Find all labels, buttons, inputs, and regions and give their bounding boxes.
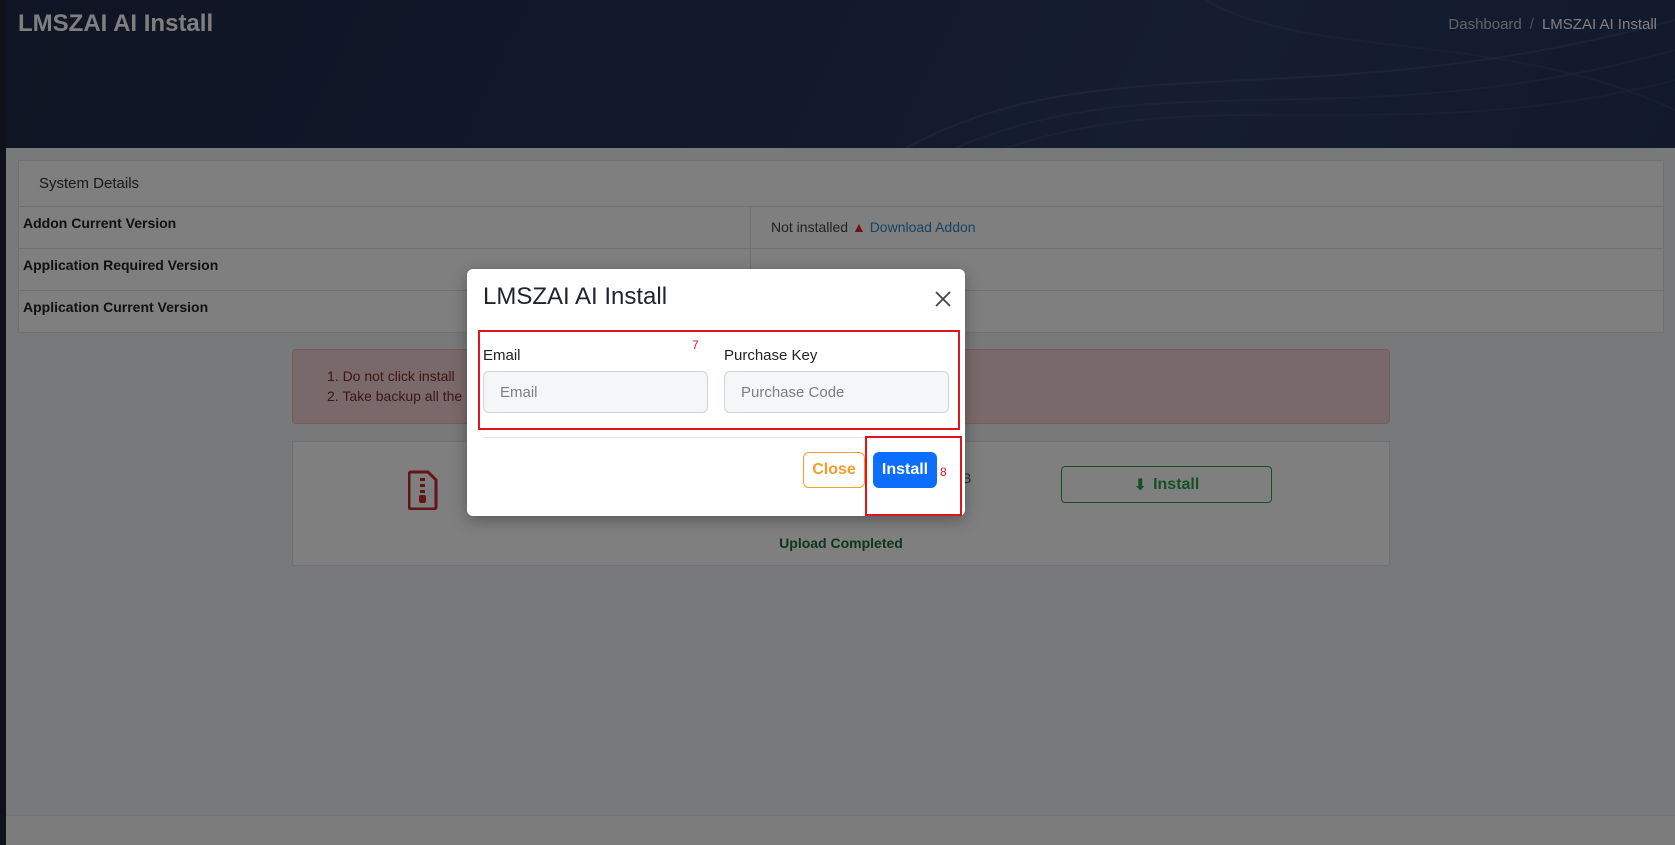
close-icon[interactable] [933, 289, 953, 309]
email-label: Email [483, 347, 521, 364]
email-input[interactable] [483, 371, 708, 413]
purchase-key-input[interactable] [724, 371, 949, 413]
install-modal: LMSZAI AI Install 7 Email Purchase Key C… [467, 269, 965, 516]
modal-title: LMSZAI AI Install [483, 283, 668, 310]
purchase-key-label: Purchase Key [724, 347, 818, 364]
close-button[interactable]: Close [803, 452, 865, 488]
annotation-marker-fields: 7 [692, 338, 699, 352]
install-button[interactable]: Install [873, 452, 937, 488]
annotation-marker-install: 8 [940, 465, 947, 479]
